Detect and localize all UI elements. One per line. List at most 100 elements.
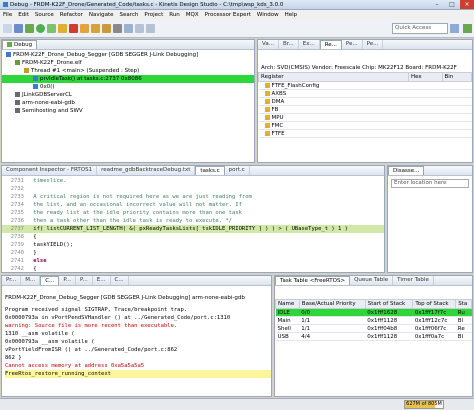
debug-tree-item[interactable]: JLinkGDBServerCL	[2, 91, 254, 99]
run-icon[interactable]	[36, 24, 45, 33]
tab-view[interactable]: Pe...	[342, 40, 363, 49]
new-icon[interactable]	[3, 24, 12, 33]
register-row[interactable]: AXBS	[258, 89, 472, 98]
code-line: 2736 then a task other than the idle tas…	[2, 217, 384, 225]
tab-view[interactable]: Va...	[258, 40, 279, 49]
menu-project[interactable]: Project	[144, 12, 163, 18]
menu-navigate[interactable]: Navigate	[89, 12, 114, 18]
task-column-header[interactable]: Name	[275, 299, 300, 309]
menu-refactor[interactable]: Refactor	[60, 12, 83, 18]
task-row[interactable]: Shell 1/1 0x1fff04b8 0x1fff06f7c Re	[275, 324, 472, 333]
task-view-tab[interactable]: Queue Table	[350, 276, 394, 285]
register-row[interactable]: MPU	[258, 113, 472, 122]
line-number: 2740	[10, 250, 24, 256]
task-cell-prio: 0/0	[299, 308, 366, 317]
task-row[interactable]: USB 4/4 0x1fff1128 0x1fff0a7c Bl	[275, 332, 472, 341]
menu-source[interactable]: Source	[35, 12, 54, 18]
console-tab[interactable]: C...	[40, 276, 60, 285]
menu-window[interactable]: Window	[257, 12, 279, 18]
register-name: DMA	[271, 98, 285, 105]
debug-tree-item[interactable]: 0x0()	[2, 83, 254, 91]
suspend-icon[interactable]	[58, 24, 67, 33]
register-row[interactable]: FTFE	[258, 129, 472, 138]
maximize-button[interactable]: □	[445, 0, 459, 9]
menu-mqx[interactable]: MQX	[186, 12, 199, 18]
tab-view[interactable]: Re...	[319, 40, 342, 49]
code-line: 2739 taskYIELD();	[2, 241, 384, 249]
editor-tab[interactable]: Component Inspector - FRTOS1	[2, 166, 98, 175]
tree-node-icon	[6, 52, 11, 57]
console-tab[interactable]: M...	[21, 276, 41, 285]
close-button[interactable]: ×	[460, 0, 474, 9]
register-row[interactable]: FTFE_FlashConfig	[258, 81, 472, 90]
location-input[interactable]: Enter location here	[391, 179, 469, 188]
kds-app-icon	[3, 2, 8, 7]
step-into-icon[interactable]	[80, 24, 89, 33]
editor-tab[interactable]: tasks.c	[195, 166, 225, 175]
console-tab[interactable]: Pr...	[2, 276, 22, 285]
menu-file[interactable]: File	[3, 12, 12, 18]
memory-indicator[interactable]: 627M of 805M	[404, 400, 444, 409]
task-column-header[interactable]: Sta	[455, 299, 472, 309]
debug-tree-item[interactable]: FRDM-K22F_Drone_Debug_Segger [GDB SEGGER…	[2, 51, 254, 59]
task-cell-start: 0x1fff1628	[365, 308, 413, 317]
perspective-c-icon[interactable]	[450, 24, 459, 33]
console-tab[interactable]: E...	[93, 276, 111, 285]
step-return-icon[interactable]	[102, 24, 111, 33]
register-row[interactable]: DMA	[258, 97, 472, 106]
debug-tree-item[interactable]: Thread #1 <main> (Suspended : Step)	[2, 67, 254, 75]
debug-tree-label: FRDM-K22F_Drone_Debug_Segger [GDB SEGGER…	[13, 52, 199, 58]
column-header[interactable]: Bin	[441, 72, 473, 82]
console-tab[interactable]: P...	[76, 276, 93, 285]
terminate-icon[interactable]	[69, 24, 78, 33]
column-header[interactable]: Hex	[408, 72, 443, 82]
register-row[interactable]: FMC	[258, 121, 472, 130]
tab-disassembly[interactable]: Disasse...	[388, 166, 425, 175]
task-view-tab[interactable]: Timer Table	[393, 276, 434, 285]
forward-icon[interactable]	[146, 24, 155, 33]
save-icon[interactable]	[14, 24, 23, 33]
tab-view[interactable]: Br...	[279, 40, 299, 49]
menu-search[interactable]: Search	[120, 12, 139, 18]
task-view-tab[interactable]: Task Table <FreeRTOS>	[275, 276, 351, 285]
perspective-debug-icon[interactable]	[463, 24, 472, 33]
search-icon[interactable]	[124, 24, 133, 33]
tab-view[interactable]: Pe...	[363, 40, 384, 49]
task-row[interactable]: IDLE 0/0 0x1fff1628 0x1fff17f7c Ru	[275, 308, 472, 317]
back-icon[interactable]	[135, 24, 144, 33]
tab-debug[interactable]: Debug	[2, 40, 38, 49]
hex-cell	[408, 113, 443, 122]
task-column-header[interactable]: Start of Stack	[364, 299, 414, 309]
debug-icon[interactable]	[25, 24, 34, 33]
resume-icon[interactable]	[47, 24, 56, 33]
bin-cell	[442, 113, 472, 122]
editor-tab[interactable]: port.c	[225, 166, 250, 175]
console-output[interactable]: Program received signal SIGTRAP, Trace/b…	[2, 306, 271, 378]
build-icon[interactable]	[113, 24, 122, 33]
console-tab[interactable]: C...	[111, 276, 129, 285]
debug-tree-item[interactable]: Semihosting and SWV	[2, 107, 254, 115]
code-view[interactable]: 2731 timeslice. 2732 2733 A critical regio…	[2, 176, 384, 273]
line-number: 2732	[10, 186, 24, 192]
menu-run[interactable]: Run	[169, 12, 180, 18]
console-line: Cannot access memory at address 0xa5a5a5…	[5, 363, 145, 369]
debug-tree-item[interactable]: FRDM-K22F_Drone.elf	[2, 59, 254, 67]
register-row[interactable]: FB	[258, 105, 472, 114]
minimize-button[interactable]: –	[430, 0, 444, 9]
menu-edit[interactable]: Edit	[18, 12, 29, 18]
tab-view[interactable]: Ex...	[299, 40, 320, 49]
menu-processor-expert[interactable]: Processor Expert	[205, 12, 251, 18]
task-column-header[interactable]: Base/Actual Priority	[298, 299, 366, 309]
editor-tab[interactable]: readme_gdbBacktraceDebug.txt	[97, 166, 196, 175]
debug-tree-item[interactable]: prvIdleTask() at tasks.c:2737 0x8086	[2, 75, 254, 83]
step-over-icon[interactable]	[91, 24, 100, 33]
quick-access-input[interactable]: Quick Access	[392, 23, 448, 34]
window-titlebar: Debug - FRDM-K22F_Drone/Generated_Code/t…	[0, 0, 474, 10]
task-column-header[interactable]: Top of Stack	[412, 299, 457, 309]
debug-tree-item[interactable]: arm-none-eabi-gdb	[2, 99, 254, 107]
column-header[interactable]: Register	[258, 72, 409, 82]
hex-cell	[408, 121, 443, 130]
menu-help[interactable]: Help	[285, 12, 298, 18]
task-row[interactable]: Main 1/1 0x1fff1128 0x1fff12c7c Bl	[275, 316, 472, 325]
console-tab[interactable]: P...	[59, 276, 77, 285]
